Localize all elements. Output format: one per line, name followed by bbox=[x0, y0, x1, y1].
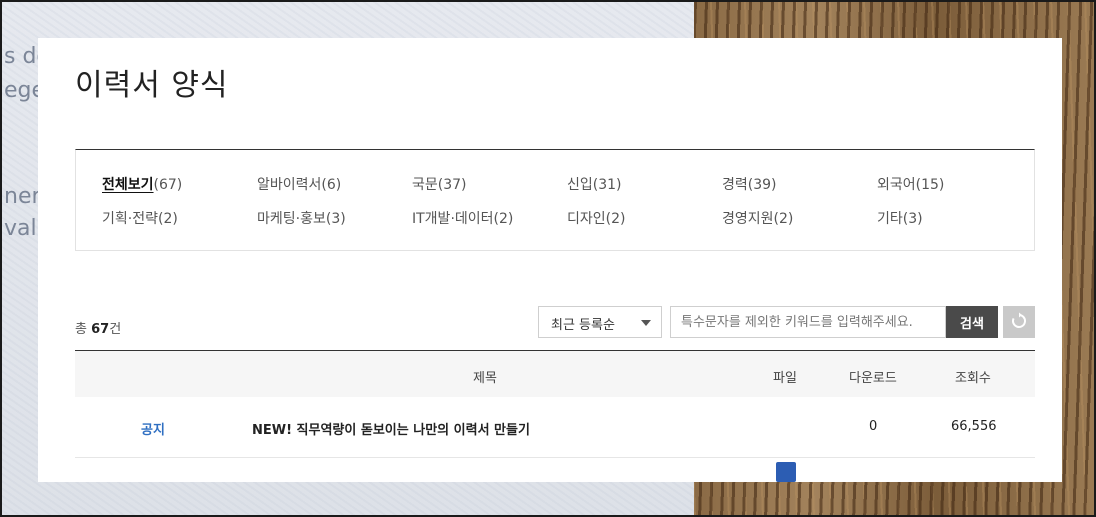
category-name: 경력 bbox=[722, 177, 748, 193]
search-button[interactable]: 검색 bbox=[946, 306, 998, 338]
category-item[interactable]: 신입(31) bbox=[567, 174, 722, 194]
category-name: 경영지원 bbox=[722, 211, 774, 227]
table-header: 제목 파일 다운로드 조회수 bbox=[75, 350, 1035, 397]
category-item[interactable]: 전체보기(67) bbox=[102, 174, 257, 194]
category-grid: 전체보기(67) 알바이력서(6) 국문(37) 신입(31) 경력(39) 외국어(15… bbox=[102, 174, 1032, 228]
category-item[interactable]: 외국어(15) bbox=[877, 174, 1032, 194]
resume-table: 제목 파일 다운로드 조회수 공지 NEW! 직무역량이 돋보이는 나만의 이력… bbox=[75, 350, 1035, 482]
category-name: 외국어 bbox=[877, 177, 916, 193]
category-count: (67) bbox=[153, 177, 183, 193]
header-title: 제목 bbox=[473, 371, 497, 386]
row-downloads: 0 bbox=[869, 419, 878, 434]
category-name: 디자인 bbox=[567, 211, 606, 227]
category-item[interactable]: 디자인(2) bbox=[567, 208, 722, 228]
table-row-partial bbox=[75, 458, 1035, 482]
category-count: (2) bbox=[493, 211, 514, 227]
file-icon bbox=[776, 462, 796, 482]
refresh-icon bbox=[1010, 312, 1028, 333]
category-name: IT개발·데이터 bbox=[412, 211, 494, 227]
category-name: 전체보기 bbox=[102, 177, 154, 193]
category-count: (3) bbox=[902, 211, 923, 227]
category-item[interactable]: 기타(3) bbox=[877, 208, 1032, 228]
category-name: 마케팅·홍보 bbox=[257, 211, 326, 227]
category-count: (2) bbox=[605, 211, 626, 227]
sort-selected-label: 최근 등록순 bbox=[551, 318, 615, 333]
total-count: 총 67건 bbox=[75, 318, 121, 337]
chevron-down-icon bbox=[641, 320, 651, 326]
total-suffix: 건 bbox=[109, 322, 122, 337]
category-item[interactable]: IT개발·데이터(2) bbox=[412, 208, 567, 228]
category-item[interactable]: 경영지원(2) bbox=[722, 208, 877, 228]
category-item[interactable]: 기획·전략(2) bbox=[102, 208, 257, 228]
category-count: (15) bbox=[915, 177, 945, 193]
category-name: 국문 bbox=[412, 177, 438, 193]
sort-dropdown[interactable]: 최근 등록순 bbox=[538, 306, 662, 338]
category-name: 알바이력서 bbox=[257, 177, 322, 193]
category-item[interactable]: 경력(39) bbox=[722, 174, 877, 194]
resume-template-panel: 이력서 양식 전체보기(67) 알바이력서(6) 국문(37) 신입(31) 경력(39… bbox=[38, 38, 1062, 482]
header-file: 파일 bbox=[773, 371, 797, 386]
category-count: (2) bbox=[157, 211, 178, 227]
category-count: (31) bbox=[592, 177, 622, 193]
row-views: 66,556 bbox=[951, 419, 997, 434]
category-name: 기타 bbox=[877, 211, 903, 227]
category-count: (37) bbox=[437, 177, 467, 193]
category-name: 신입 bbox=[567, 177, 593, 193]
screenshot-frame: s do ege ner valli 이력서 양식 전체보기(67) 알바이력서(… bbox=[0, 0, 1096, 517]
category-count: (3) bbox=[325, 211, 346, 227]
header-downloads: 다운로드 bbox=[849, 371, 897, 386]
category-count: (2) bbox=[773, 211, 794, 227]
background-text: ner bbox=[4, 184, 41, 209]
reset-button[interactable] bbox=[1003, 306, 1035, 338]
category-filter: 전체보기(67) 알바이력서(6) 국문(37) 신입(31) 경력(39) 외국어(15… bbox=[75, 149, 1035, 251]
table-row[interactable]: 공지 NEW! 직무역량이 돋보이는 나만의 이력서 만들기 0 66,556 bbox=[75, 397, 1035, 458]
category-item[interactable]: 알바이력서(6) bbox=[257, 174, 412, 194]
header-views: 조회수 bbox=[955, 371, 991, 386]
total-number: 67 bbox=[91, 322, 110, 337]
category-count: (39) bbox=[747, 177, 777, 193]
category-item[interactable]: 마케팅·홍보(3) bbox=[257, 208, 412, 228]
category-name: 기획·전략 bbox=[102, 211, 158, 227]
notice-badge: 공지 bbox=[141, 423, 165, 438]
row-title-link[interactable]: NEW! 직무역량이 돋보이는 나만의 이력서 만들기 bbox=[252, 419, 530, 438]
category-item[interactable]: 국문(37) bbox=[412, 174, 567, 194]
search-input[interactable] bbox=[670, 306, 946, 338]
category-count: (6) bbox=[321, 177, 342, 193]
total-prefix: 총 bbox=[75, 322, 92, 337]
page-title: 이력서 양식 bbox=[75, 68, 229, 103]
